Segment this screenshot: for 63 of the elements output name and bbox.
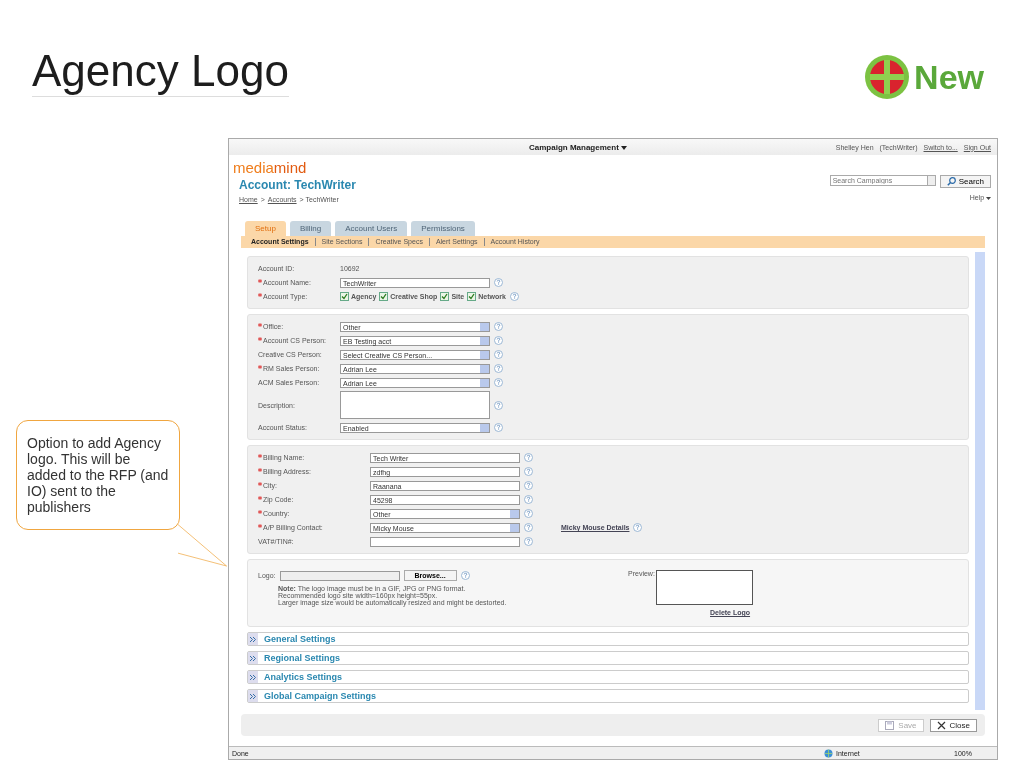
expand-icon [248, 671, 258, 683]
required-icon [258, 293, 262, 297]
expand-icon [248, 690, 258, 702]
tab[interactable]: Billing [289, 221, 332, 236]
help-icon[interactable] [524, 523, 533, 532]
help-icon[interactable] [524, 537, 533, 546]
caret-icon [621, 145, 627, 150]
campaign-menu[interactable]: Campaign Management [529, 142, 627, 152]
expand-icon [248, 633, 258, 645]
search-button[interactable]: Search [939, 175, 991, 188]
help-icon[interactable] [494, 350, 503, 359]
help-icon[interactable] [633, 523, 643, 532]
required-icon [258, 482, 262, 486]
floppy-icon [885, 720, 895, 730]
help-icon[interactable] [494, 364, 503, 373]
help-icon[interactable] [494, 278, 503, 287]
required-icon [258, 323, 262, 327]
help-icon[interactable] [524, 481, 533, 490]
help-icon[interactable] [494, 336, 503, 345]
collapsible-header[interactable]: Regional Settings [247, 651, 969, 665]
help-icon[interactable] [509, 292, 519, 301]
required-icon [258, 510, 262, 514]
checkbox[interactable] [379, 292, 389, 301]
help-icon[interactable] [524, 467, 533, 476]
help-icon[interactable] [494, 322, 503, 331]
mediamind-logo: mediamind [233, 159, 308, 176]
page-title: Account: TechWriter [239, 178, 356, 192]
help-icon[interactable] [524, 495, 533, 504]
slide-title: Agency Logo [32, 46, 289, 97]
scrollbar[interactable] [975, 252, 985, 710]
collapsible-header[interactable]: General Settings [247, 632, 969, 646]
close-icon [936, 720, 946, 730]
collapsible-header[interactable]: Global Campaign Settings [247, 689, 969, 703]
required-icon [258, 365, 262, 369]
checkbox[interactable] [467, 292, 477, 301]
required-icon [258, 279, 262, 283]
file-field[interactable] [279, 570, 400, 581]
required-icon [258, 496, 262, 500]
callout-text: Option to add Agency logo. This will be added to the RFP (and IO) sent to the publishers [27, 435, 169, 516]
dropdown-icon[interactable] [926, 175, 936, 186]
checkbox[interactable] [340, 292, 349, 301]
new-label: New [914, 57, 984, 97]
help-icon[interactable] [524, 453, 533, 462]
required-icon [258, 468, 262, 472]
close-button[interactable]: Close [929, 718, 977, 732]
tab[interactable]: Account Users [335, 221, 408, 236]
help-icon[interactable] [494, 378, 503, 387]
required-icon [258, 454, 262, 458]
search-icon [946, 177, 956, 186]
required-icon [258, 524, 262, 528]
required-icon [258, 337, 262, 341]
text-field[interactable] [370, 536, 520, 547]
help-icon[interactable] [494, 400, 503, 410]
help-icon[interactable] [494, 423, 503, 432]
caret-icon [986, 197, 991, 200]
text-area[interactable] [340, 391, 490, 419]
tab[interactable]: Permissions [411, 221, 475, 236]
expand-icon [248, 652, 258, 664]
help-icon[interactable] [524, 509, 533, 518]
checkbox[interactable] [440, 292, 450, 301]
help-icon[interactable] [460, 571, 470, 580]
globe-icon [824, 748, 833, 758]
collapsible-header[interactable]: Analytics Settings [247, 670, 969, 684]
